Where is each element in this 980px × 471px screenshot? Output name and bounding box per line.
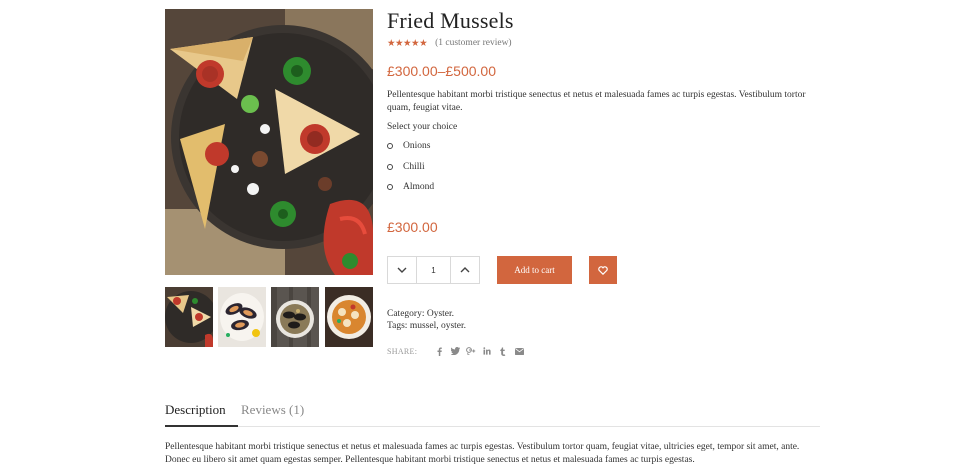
choice-option-label: Onions <box>403 141 431 151</box>
choice-label: Select your choice <box>387 122 458 132</box>
share-bar: SHARE: <box>387 345 527 357</box>
thumbnail-1[interactable] <box>165 287 213 347</box>
twitter-icon[interactable] <box>447 345 463 357</box>
thumbnail-4[interactable] <box>325 287 373 347</box>
choice-option-label: Chilli <box>403 162 425 172</box>
tab-description[interactable]: Description <box>165 401 238 427</box>
wishlist-button[interactable] <box>589 256 617 284</box>
short-description: Pellentesque habitant morbi tristique se… <box>387 90 806 113</box>
thumbnail-3[interactable] <box>271 287 319 347</box>
product-rating: ★★★★★ (1 customer review) <box>387 37 512 49</box>
selected-price: £300.00 <box>387 219 438 235</box>
tags-link[interactable]: mussel, oyster. <box>410 321 466 331</box>
heart-icon <box>598 265 608 275</box>
category-label: Category: <box>387 309 425 319</box>
product-title: Fried Mussels <box>387 8 514 33</box>
choice-option-almond[interactable]: Almond <box>387 181 434 193</box>
radio-icon[interactable] <box>387 164 393 170</box>
tags-label: Tags: <box>387 321 408 331</box>
quantity-stepper: 1 <box>387 256 480 284</box>
description-text: Pellentesque habitant morbi tristique se… <box>165 442 800 465</box>
quantity-input[interactable]: 1 <box>417 257 450 283</box>
category-link[interactable]: Oyster. <box>427 309 454 319</box>
chevron-up-icon <box>460 267 470 273</box>
add-to-cart-button[interactable]: Add to cart <box>497 256 572 284</box>
product-main-image[interactable] <box>165 9 373 275</box>
chevron-down-icon <box>397 267 407 273</box>
choice-option-chilli[interactable]: Chilli <box>387 161 425 173</box>
quantity-increase-button[interactable] <box>450 257 479 283</box>
customer-review-link[interactable]: (1 customer review) <box>435 38 512 48</box>
linkedin-icon[interactable] <box>479 345 495 357</box>
facebook-icon[interactable] <box>431 345 447 357</box>
tab-reviews[interactable]: Reviews (1) <box>241 401 304 427</box>
radio-icon[interactable] <box>387 143 393 149</box>
choice-option-label: Almond <box>403 182 435 192</box>
tumblr-icon[interactable] <box>495 345 511 357</box>
product-tabs: Description Reviews (1) <box>165 401 820 427</box>
thumbnail-2[interactable] <box>218 287 266 347</box>
share-label: SHARE: <box>387 346 418 356</box>
product-tags: Tags: mussel, oyster. <box>387 321 466 331</box>
quantity-decrease-button[interactable] <box>388 257 417 283</box>
price-range: £300.00–£500.00 <box>387 63 496 79</box>
product-category: Category: Oyster. <box>387 309 454 319</box>
google-plus-icon[interactable] <box>463 345 479 357</box>
radio-icon[interactable] <box>387 184 393 190</box>
thumbnail-strip <box>165 287 373 347</box>
choice-option-onions[interactable]: Onions <box>387 140 430 152</box>
star-rating-icon: ★★★★★ <box>387 38 428 49</box>
email-icon[interactable] <box>511 345 527 357</box>
